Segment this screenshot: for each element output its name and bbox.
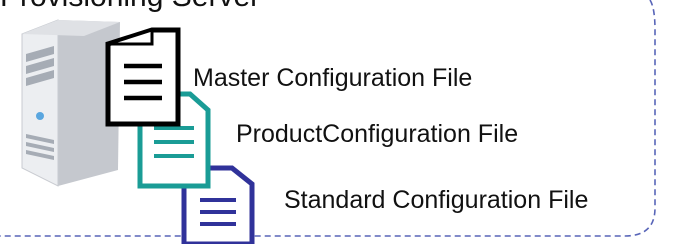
server-tower-icon — [21, 19, 120, 187]
diagram-title: Provisioning Server — [0, 0, 260, 12]
master-file-label: Master Configuration File — [193, 64, 473, 92]
provisioning-diagram: Provisioning Server Master Configuration… — [0, 0, 683, 244]
product-file-label: ProductConfiguration File — [236, 120, 519, 148]
master-file-icon — [105, 27, 181, 127]
standard-file-label: Standard Configuration File — [284, 186, 589, 214]
